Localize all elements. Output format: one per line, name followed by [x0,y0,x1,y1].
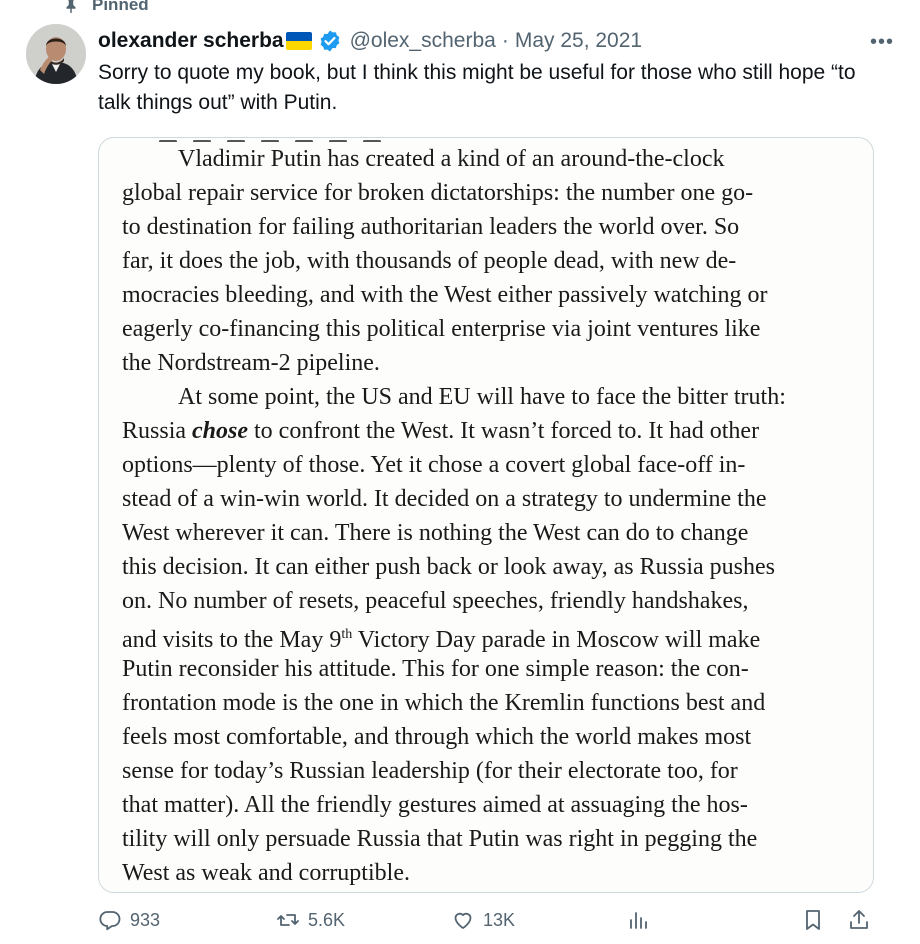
book-line: global repair service for broken dictato… [122,180,754,206]
ukraine-flag-icon [285,32,312,50]
book-line: Russia chose to confront the West. It wa… [122,418,760,444]
author-handle[interactable]: @olex_scherba [350,29,496,53]
book-line: eagerly co-financing this political ente… [122,316,761,342]
share-icon [850,910,868,929]
book-line: stead of a win-win world. It decided on … [122,486,767,512]
tweet-text: Sorry to quote my book, but I think this… [98,61,856,114]
book-line: on. No number of resets, peaceful speech… [122,588,749,614]
book-line: mocracies bleeding, and with the West ei… [122,282,768,308]
author-name[interactable]: olexander scherba [98,29,284,53]
book-paragraph-2: At some point, the US and EU will have t… [122,380,850,890]
heart-icon [454,912,472,929]
book-line: tility will only persuade Russia that Pu… [122,826,758,852]
like-button[interactable]: 13K [451,908,515,932]
book-line: sense for today’s Russian leadership (fo… [122,758,738,784]
like-count: 13K [483,909,516,930]
views-chart-icon [630,912,647,929]
pin-icon [66,0,76,14]
bookmark-button[interactable] [801,908,825,932]
avatar[interactable] [26,24,86,84]
tweet-header: olexander scherba @olex_scherba · May 25… [98,26,900,56]
book-paragraph-1: Vladimir Putin has created a kind of an … [122,142,850,380]
book-line: Vladimir Putin has created a kind of an … [178,146,725,172]
book-line: that matter). All the friendly gestures … [122,792,748,818]
book-line: frontation mode is the one in which the … [122,690,766,716]
cropped-text-line [129,887,819,892]
pinned-label: Pinned [92,0,149,14]
book-line: feels most comfortable, and through whic… [122,724,752,750]
book-line: At some point, the US and EU will have t… [178,384,786,410]
book-line: West as weak and corruptible. [122,860,410,886]
book-line: far, it does the job, with thousands of … [122,248,737,274]
views-button[interactable] [626,908,650,932]
pinned-indicator: Pinned [62,0,149,18]
book-line: to destination for failing authoritarian… [122,214,740,240]
retweet-icon [277,914,299,926]
book-line: West wherever it can. There is nothing t… [122,520,749,546]
bookmark-icon [806,910,820,930]
reply-icon [99,911,121,931]
tweet-date[interactable]: May 25, 2021 [515,29,642,53]
share-button[interactable] [847,908,871,932]
more-dots-icon[interactable]: ••• [870,31,894,54]
book-line: options—plenty of those. Yet it chose a … [122,452,746,478]
book-line: this decision. It can either push back o… [122,554,775,580]
emphasis-chose: chose [192,418,249,444]
book-line: the Nordstream-2 pipeline. [122,350,380,376]
book-line: Putin reconsider his attitude. This for … [122,656,749,682]
tweet-image[interactable]: Vladimir Putin has created a kind of an … [98,137,874,893]
retweet-count: 5.6K [308,909,346,930]
tweet-actions: 933 5.6K 13K [98,908,878,944]
retweet-button[interactable]: 5.6K [276,908,345,932]
verified-badge-icon[interactable] [318,29,342,53]
separator-dot: · [501,29,509,52]
book-line: and visits to the May 9th Victory Day pa… [122,627,761,653]
reply-count: 933 [130,909,161,930]
reply-button[interactable]: 933 [98,908,160,932]
